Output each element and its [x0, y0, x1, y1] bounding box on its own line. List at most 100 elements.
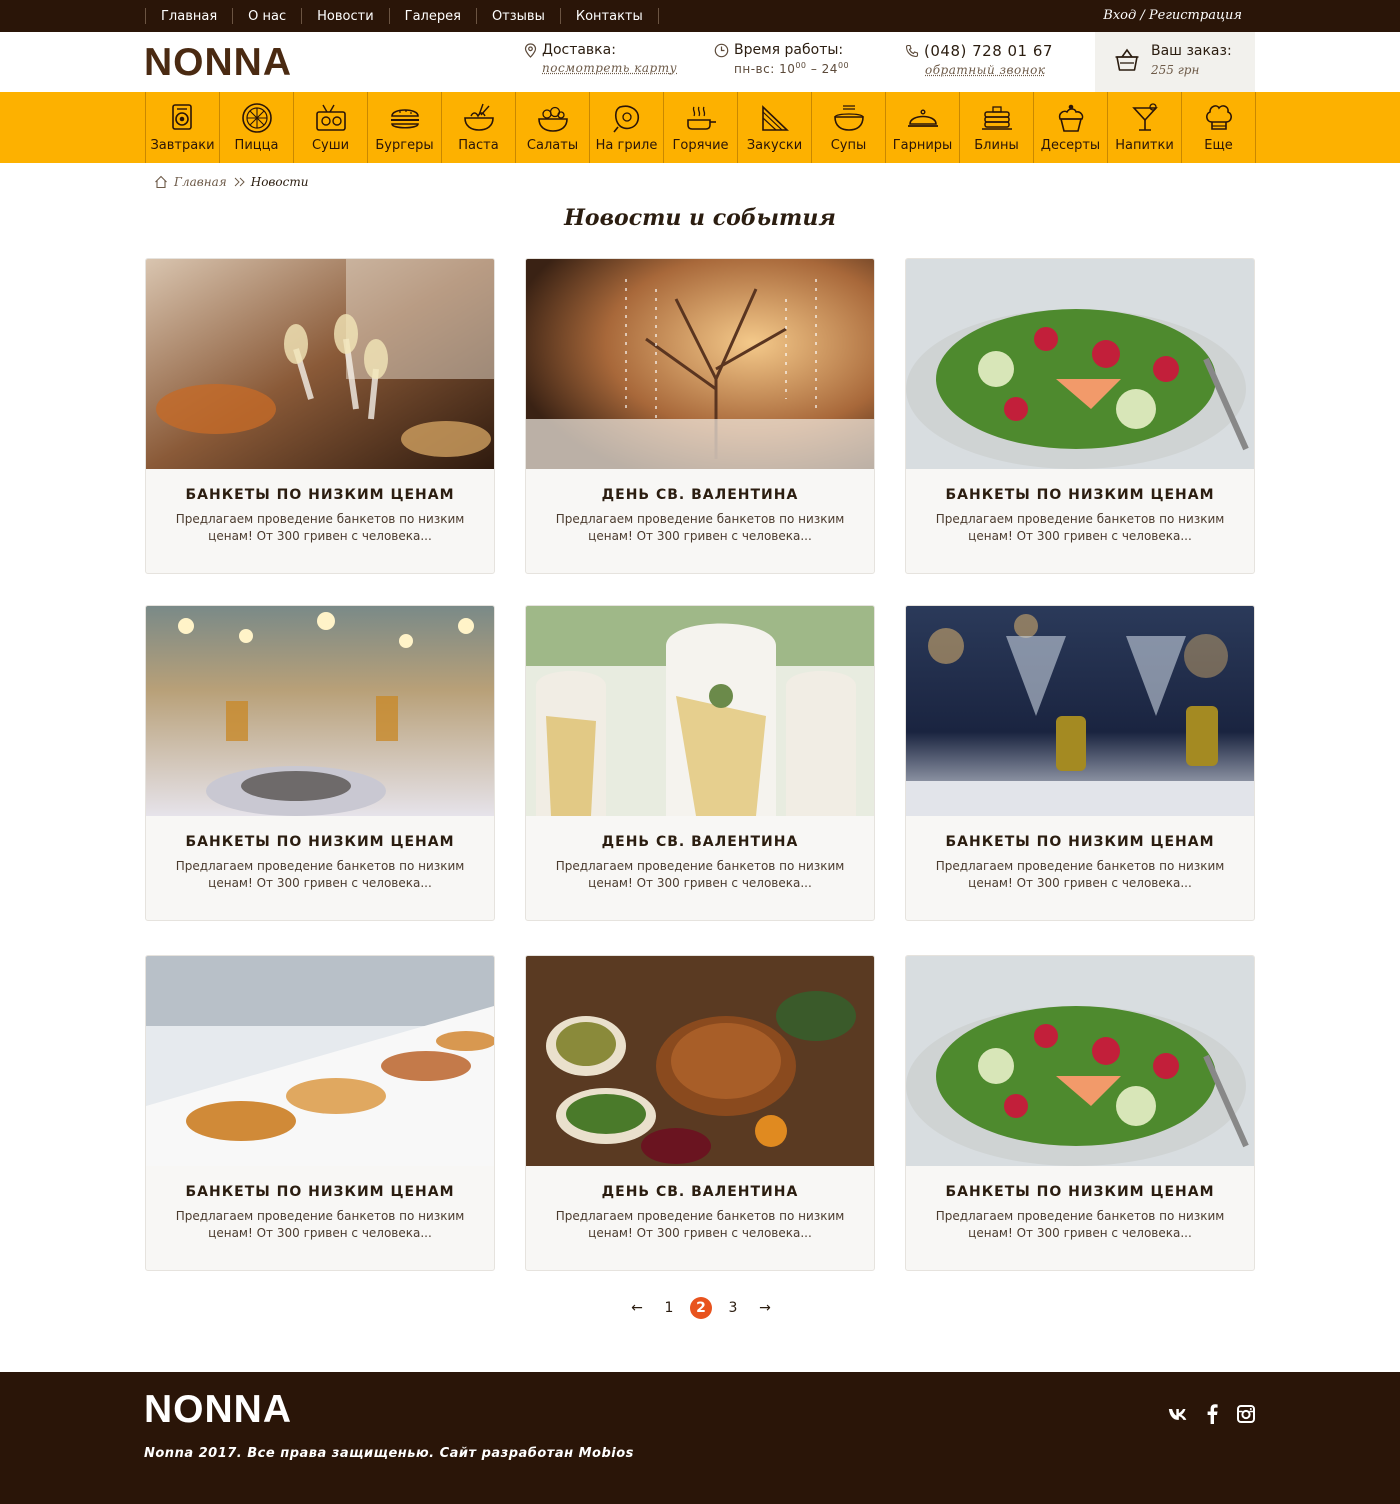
soup-icon — [833, 105, 864, 131]
instagram-icon[interactable] — [1236, 1404, 1256, 1424]
category-breakfast[interactable]: Завтраки — [146, 92, 220, 163]
news-title: БАНКЕТЫ ПО НИЗКИМ ЦЕНАМ — [185, 1184, 455, 1200]
category-sides[interactable]: Гарниры — [886, 92, 960, 163]
category-label: Напитки — [1115, 138, 1174, 153]
top-nav: Главная О нас Новости Галерея Отзывы Кон… — [145, 0, 659, 32]
category-label: Суши — [311, 138, 350, 153]
news-title: ДЕНЬ СВ. ВАЛЕНТИНА — [601, 834, 799, 850]
page-3[interactable]: 3 — [722, 1297, 744, 1319]
buffet-photo — [146, 956, 494, 1166]
footer: NONNA Nonna 2017. Все права защищенью. С… — [0, 1372, 1400, 1504]
category-pasta[interactable]: Паста — [442, 92, 516, 163]
cocktail-icon — [1131, 103, 1158, 131]
grill-icon — [612, 105, 639, 133]
category-label: На гриле — [595, 138, 658, 153]
news-card[interactable]: БАНКЕТЫ ПО НИЗКИМ ЦЕНАМ Предлагаем прове… — [145, 955, 495, 1271]
news-title: БАНКЕТЫ ПО НИЗКИМ ЦЕНАМ — [945, 1184, 1215, 1200]
category-soups[interactable]: Супы — [812, 92, 886, 163]
topnav-reviews[interactable]: Отзывы — [475, 8, 560, 24]
hours-open-min: 00 — [795, 61, 807, 70]
category-burgers[interactable]: Бургеры — [368, 92, 442, 163]
category-more[interactable]: Еще — [1182, 92, 1256, 163]
topnav-about[interactable]: О нас — [232, 8, 301, 24]
vk-icon[interactable] — [1168, 1404, 1188, 1424]
pasta-icon — [463, 103, 494, 131]
facebook-icon[interactable] — [1202, 1404, 1222, 1424]
copyright: Nonna 2017. Все права защищенью. Сайт ра… — [144, 1446, 634, 1461]
basket-icon — [1115, 48, 1139, 71]
salad-photo — [906, 956, 1254, 1166]
category-snacks[interactable]: Закуски — [738, 92, 812, 163]
category-salads[interactable]: Салаты — [516, 92, 590, 163]
cart-title: Ваш заказ: — [1151, 43, 1232, 59]
hours-days: пн-вс: — [734, 62, 775, 76]
news-title: БАНКЕТЫ ПО НИЗКИМ ЦЕНАМ — [945, 487, 1215, 503]
decor-photo — [526, 259, 874, 469]
news-card[interactable]: БАНКЕТЫ ПО НИЗКИМ ЦЕНАМ Предлагаем прове… — [905, 955, 1255, 1271]
news-title: ДЕНЬ СВ. ВАЛЕНТИНА — [601, 1184, 799, 1200]
category-label: Еще — [1204, 138, 1233, 153]
news-text: Предлагаем проведение банкетов по низким… — [555, 859, 845, 890]
category-pizza[interactable]: Пицца — [220, 92, 294, 163]
phone-number[interactable]: (048) 728 01 67 — [924, 42, 1053, 60]
category-pancakes[interactable]: Блины — [960, 92, 1034, 163]
breadcrumb-home[interactable]: Главная — [174, 175, 227, 189]
home-icon[interactable] — [154, 175, 168, 189]
news-title: БАНКЕТЫ ПО НИЗКИМ ЦЕНАМ — [185, 834, 455, 850]
news-text: Предлагаем проведение банкетов по низким… — [175, 859, 465, 890]
sushi-icon — [315, 104, 346, 131]
delivery-title: Доставка: — [542, 42, 616, 58]
hours-open: 10 — [779, 62, 796, 76]
logo[interactable]: NONNA — [144, 41, 292, 85]
category-label: Блины — [974, 138, 1019, 153]
next-page-button[interactable]: → — [754, 1297, 776, 1319]
breadcrumb: Главная Новости — [154, 175, 308, 189]
top-bar: Главная О нас Новости Галерея Отзывы Кон… — [0, 0, 1400, 32]
news-card[interactable]: БАНКЕТЫ ПО НИЗКИМ ЦЕНАМ Предлагаем прове… — [145, 258, 495, 574]
delivery-map-link[interactable]: посмотреть карту — [524, 61, 677, 75]
turkey-photo — [526, 956, 874, 1166]
dessert-icon — [1058, 104, 1083, 132]
hours-info: Время работы: пн-вс: 1000 – 2400 — [714, 42, 849, 76]
login-register-link[interactable]: Вход / Регистрация — [1103, 0, 1242, 32]
page-2-current[interactable]: 2 — [690, 1297, 712, 1319]
hours-close: 24 — [821, 62, 838, 76]
category-sushi[interactable]: Суши — [294, 92, 368, 163]
page-1[interactable]: 1 — [658, 1297, 680, 1319]
news-card[interactable]: БАНКЕТЫ ПО НИЗКИМ ЦЕНАМ Предлагаем прове… — [145, 605, 495, 921]
prev-page-button[interactable]: ← — [626, 1297, 648, 1319]
topnav-home[interactable]: Главная — [145, 8, 232, 24]
snacks-icon — [761, 105, 789, 131]
glasses-photo — [906, 606, 1254, 816]
category-list: Завтраки Пицца Суши Бургеры Паста Салаты… — [145, 92, 1256, 163]
header: NONNA Доставка: посмотреть карту Время р… — [0, 32, 1400, 92]
hours-title: Время работы: — [734, 42, 844, 58]
news-title: БАНКЕТЫ ПО НИЗКИМ ЦЕНАМ — [945, 834, 1215, 850]
category-desserts[interactable]: Десерты — [1034, 92, 1108, 163]
phone-info: (048) 728 01 67 обратный звонок — [905, 42, 1053, 77]
news-card[interactable]: ДЕНЬ СВ. ВАЛЕНТИНА Предлагаем проведение… — [525, 955, 875, 1271]
news-text: Предлагаем проведение банкетов по низким… — [935, 512, 1225, 543]
category-label: Паста — [458, 138, 499, 153]
category-label: Пицца — [234, 138, 279, 153]
news-text: Предлагаем проведение банкетов по низким… — [175, 512, 465, 543]
category-grill[interactable]: На гриле — [590, 92, 664, 163]
category-drinks[interactable]: Напитки — [1108, 92, 1182, 163]
footer-logo[interactable]: NONNA — [144, 1388, 292, 1432]
news-text: Предлагаем проведение банкетов по низким… — [935, 859, 1225, 890]
pancakes-icon — [981, 106, 1012, 130]
news-card[interactable]: ДЕНЬ СВ. ВАЛЕНТИНА Предлагаем проведение… — [525, 605, 875, 921]
topnav-gallery[interactable]: Галерея — [388, 8, 476, 24]
category-hot[interactable]: Горячие — [664, 92, 738, 163]
topnav-contacts[interactable]: Контакты — [559, 8, 659, 24]
news-card[interactable]: ДЕНЬ СВ. ВАЛЕНТИНА Предлагаем проведение… — [525, 258, 875, 574]
cart-button[interactable]: Ваш заказ: 255 грн — [1095, 32, 1255, 92]
map-pin-icon — [524, 42, 537, 58]
news-card[interactable]: БАНКЕТЫ ПО НИЗКИМ ЦЕНАМ Предлагаем прове… — [905, 605, 1255, 921]
category-label: Гарниры — [892, 138, 953, 153]
news-card[interactable]: БАНКЕТЫ ПО НИЗКИМ ЦЕНАМ Предлагаем прове… — [905, 258, 1255, 574]
topnav-news[interactable]: Новости — [301, 8, 389, 24]
category-label: Горячие — [672, 138, 729, 153]
callback-link[interactable]: обратный звонок — [905, 63, 1053, 77]
category-label: Закуски — [746, 138, 803, 153]
